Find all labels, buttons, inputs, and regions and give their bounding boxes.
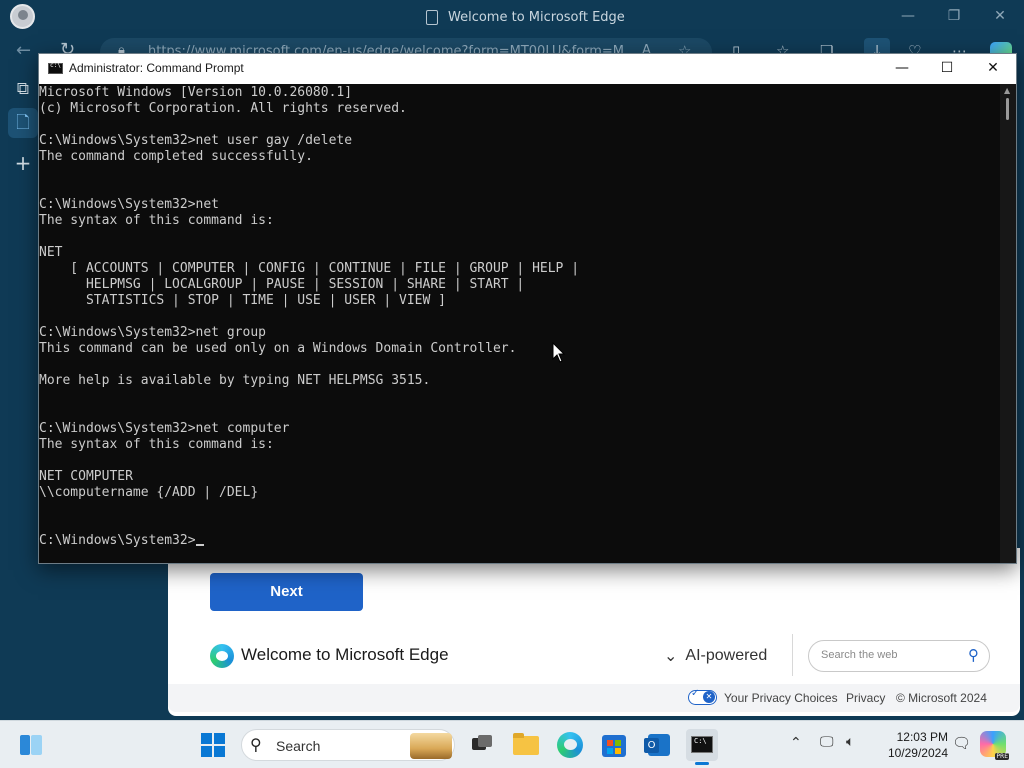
scroll-thumb[interactable] [1006, 98, 1009, 120]
start-button[interactable] [201, 733, 225, 757]
divider [792, 634, 793, 676]
text-cursor [195, 544, 204, 546]
console-line: NET [39, 245, 63, 260]
legal-bar: Your Privacy Choices Privacy © Microsoft… [168, 684, 1020, 712]
cmd-app-icon[interactable] [48, 62, 63, 74]
command-prompt-taskbar-icon[interactable]: C:\ [686, 729, 718, 765]
console-line: \\computername {/ADD | /DEL} [39, 485, 259, 500]
privacy-link[interactable]: Privacy [846, 691, 885, 705]
profile-avatar[interactable] [10, 4, 35, 29]
file-explorer-icon[interactable] [510, 729, 542, 761]
ai-powered-label: AI-powered [685, 647, 768, 664]
console-line: HELPMSG | LOCALGROUP | PAUSE | SESSION |… [39, 277, 525, 292]
chevron-down-icon: ⌄ [664, 648, 678, 665]
edge-restore-button[interactable]: ❐ [944, 6, 964, 26]
taskbar-search[interactable]: ⚲ Search [241, 729, 455, 761]
console-line: More help is available by typing NET HEL… [39, 373, 431, 388]
console-line: This command can be used only on a Windo… [39, 341, 517, 356]
console-line: STATISTICS | STOP | TIME | USE | USER | … [39, 293, 446, 308]
console-line: The syntax of this command is: [39, 437, 274, 452]
back-icon[interactable]: ← [16, 40, 31, 61]
outlook-icon[interactable]: O [642, 729, 674, 761]
search-icon: ⚲ [250, 735, 262, 754]
edge-close-button[interactable]: ✕ [990, 6, 1010, 26]
show-hidden-icons-icon[interactable]: ⌃ [790, 735, 802, 751]
cmd-scrollbar[interactable]: ▲ [1000, 84, 1016, 563]
console-line: C:\Windows\System32>net [39, 197, 220, 212]
task-view-icon[interactable] [466, 729, 498, 761]
edge-minimize-button[interactable]: — [898, 6, 918, 26]
widgets-icon[interactable] [16, 731, 46, 759]
taskbar-search-label: Search [276, 738, 321, 754]
edge-page-content: Next Welcome to Microsoft Edge ⌄ AI-powe… [168, 548, 1020, 716]
ai-powered-dropdown[interactable]: ⌄ AI-powered [664, 646, 767, 666]
cmd-minimize-button[interactable]: — [887, 57, 917, 79]
copyright-text: © Microsoft 2024 [896, 691, 987, 705]
search-highlight-icon [410, 733, 452, 759]
console-line: [ ACCOUNTS | COMPUTER | CONFIG | CONTINU… [39, 261, 580, 276]
cmd-titlebar[interactable]: Administrator: Command Prompt — ☐ ✕ [39, 54, 1016, 84]
privacy-choices-icon[interactable] [688, 688, 717, 705]
console-line: Microsoft Windows [Version 10.0.26080.1] [39, 85, 353, 100]
notification-icon[interactable]: 🗨︎ [952, 734, 971, 752]
edge-window-title: Welcome to Microsoft Edge [426, 7, 625, 27]
clock-date: 10/29/2024 [887, 746, 948, 760]
clock[interactable]: 12:03 PM 10/29/2024 [872, 729, 948, 761]
search-web-placeholder: Search the web [821, 649, 898, 661]
console-line: C:\Windows\System32>net computer [39, 421, 290, 436]
command-prompt-window[interactable]: Administrator: Command Prompt — ☐ ✕ Micr… [38, 53, 1017, 564]
taskbar: ⚲ Search O C:\ ⌃ 🖵︎ 🔈︎ 12:03 PM 10/29/20… [0, 720, 1024, 768]
console-line: NET COMPUTER [39, 469, 133, 484]
tab-welcome[interactable]: 🗋︎ [8, 108, 38, 138]
search-icon[interactable]: ⚲ [968, 646, 979, 664]
console-line: The syntax of this command is: [39, 213, 274, 228]
cmd-output-text: Microsoft Windows [Version 10.0.26080.1]… [39, 85, 579, 549]
console-line: (c) Microsoft Corporation. All rights re… [39, 101, 407, 116]
clock-time: 12:03 PM [896, 730, 948, 744]
edge-app-icon[interactable] [554, 729, 586, 761]
cmd-maximize-button[interactable]: ☐ [932, 57, 962, 79]
copilot-icon[interactable]: PRE [980, 731, 1009, 760]
console-line: The command completed successfully. [39, 149, 313, 164]
console-line: C:\Windows\System32>net user gay /delete [39, 133, 353, 148]
microsoft-store-icon[interactable] [598, 729, 630, 761]
network-icon[interactable]: 🖵︎ [820, 734, 834, 750]
welcome-heading: Welcome to Microsoft Edge [241, 645, 449, 664]
cmd-close-button[interactable]: ✕ [978, 57, 1008, 79]
new-tab-icon[interactable]: + [8, 148, 38, 178]
next-button[interactable]: Next [210, 573, 363, 611]
volume-icon[interactable]: 🔈︎ [846, 734, 854, 750]
edge-title-text: Welcome to Microsoft Edge [448, 9, 625, 25]
search-web-input[interactable]: Search the web ⚲ [808, 640, 990, 672]
scroll-up-icon[interactable]: ▲ [1004, 86, 1010, 95]
edge-logo-icon [210, 644, 234, 668]
edge-titlebar: Welcome to Microsoft Edge — ❐ ✕ [0, 0, 1024, 34]
page-icon [426, 9, 438, 25]
cmd-console[interactable]: Microsoft Windows [Version 10.0.26080.1]… [39, 84, 1000, 563]
privacy-choices-link[interactable]: Your Privacy Choices [724, 691, 838, 705]
welcome-footer: Welcome to Microsoft Edge ⌄ AI-powered S… [168, 628, 1020, 686]
cmd-window-title: Administrator: Command Prompt [69, 61, 244, 75]
copilot-badge: PRE [995, 753, 1009, 760]
console-line: C:\Windows\System32>net group [39, 325, 266, 340]
console-line: C:\Windows\System32> [39, 533, 196, 548]
tab-actions-icon[interactable]: ⧉ [8, 74, 38, 104]
